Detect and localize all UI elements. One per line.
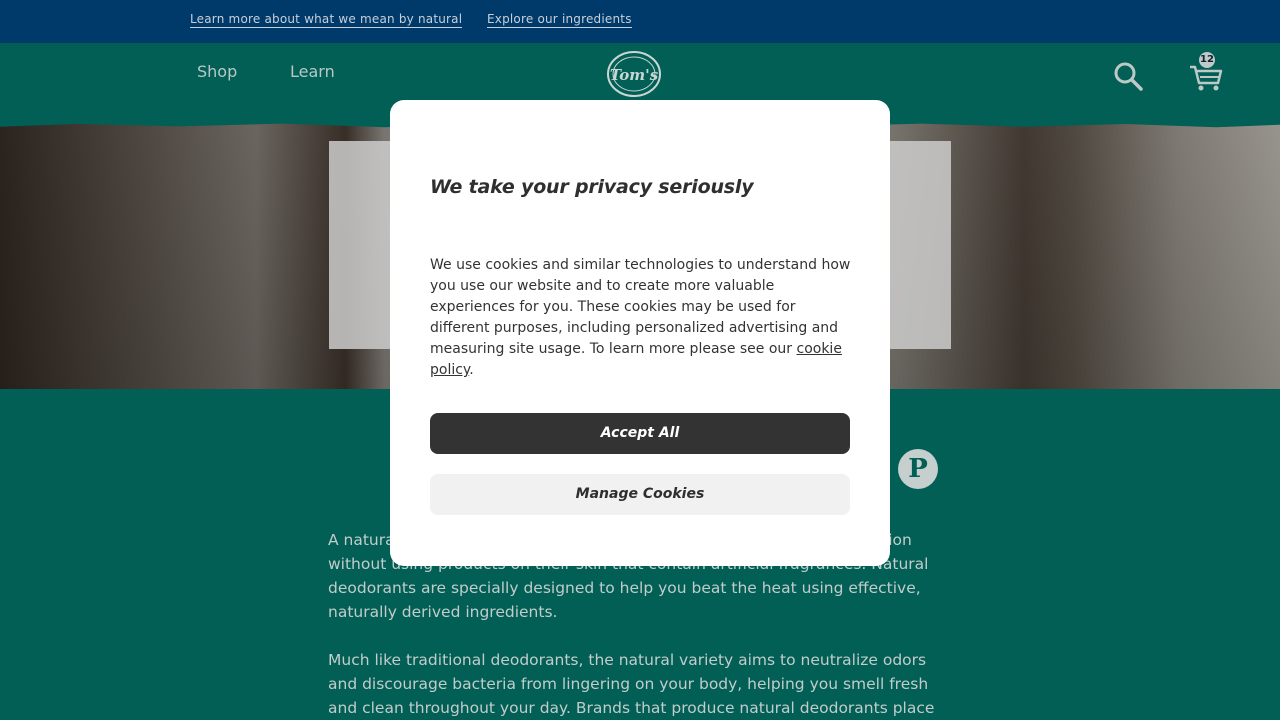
nav-learn[interactable]: Learn bbox=[290, 62, 335, 81]
cookie-consent-modal: We take your privacy seriously We use co… bbox=[390, 100, 890, 566]
nav-shop[interactable]: Shop bbox=[197, 62, 237, 81]
accept-all-button[interactable]: Accept All bbox=[430, 413, 850, 454]
top-utility-bar: Learn more about what we mean by natural… bbox=[0, 0, 1280, 43]
cookie-modal-title: We take your privacy seriously bbox=[430, 176, 754, 198]
toms-logo[interactable]: Tom's bbox=[605, 50, 663, 98]
cookie-body-text: We use cookies and similar technologies … bbox=[430, 257, 851, 357]
cookie-modal-body: We use cookies and similar technologies … bbox=[430, 255, 855, 381]
search-icon bbox=[1114, 62, 1143, 91]
cart-button[interactable]: 12 bbox=[1186, 52, 1226, 93]
svg-text:Tom's: Tom's bbox=[610, 66, 659, 84]
logo-icon: Tom's bbox=[607, 51, 661, 97]
manage-cookies-button[interactable]: Manage Cookies bbox=[430, 474, 850, 515]
cart-count-badge: 12 bbox=[1199, 52, 1215, 68]
natural-meaning-link[interactable]: Learn more about what we mean by natural bbox=[190, 12, 463, 28]
article-paragraph-2: Much like traditional deodorants, the na… bbox=[328, 651, 935, 717]
ingredients-link[interactable]: Explore our ingredients bbox=[487, 12, 632, 28]
search-button[interactable] bbox=[1112, 60, 1144, 92]
cookie-body-end: . bbox=[469, 362, 474, 378]
pinterest-icon: P bbox=[908, 454, 928, 484]
pinterest-share-button[interactable]: P bbox=[898, 449, 938, 489]
